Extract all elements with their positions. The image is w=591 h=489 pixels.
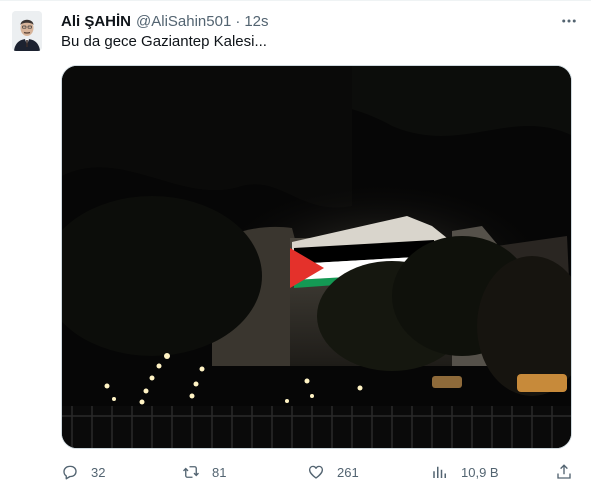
author-name[interactable]: Ali ŞAHİN [61,13,131,30]
share-button[interactable] [555,461,573,483]
tweet-timestamp[interactable]: 12s [244,13,268,30]
castle-night-photo [62,66,571,448]
like-count: 261 [337,464,359,480]
separator-dot: · [235,12,241,30]
tweet-photo[interactable] [61,65,572,449]
author-handle[interactable]: @AliSahin501 [136,13,231,30]
avatar[interactable] [12,11,42,51]
views-button[interactable]: 10,9 B [431,461,499,483]
share-icon [557,464,571,479]
tweet-header: Ali ŞAHİN @AliSahin501 · 12s [61,11,577,31]
tweet-card[interactable]: Ali ŞAHİN @AliSahin501 · 12s Bu da gece … [0,0,591,489]
tweet-actions: 32 81 261 10,9 B [61,461,576,483]
retweet-icon [183,466,199,478]
heart-icon [308,465,324,479]
bar-chart-icon [433,466,446,478]
reply-count: 32 [91,464,106,480]
more-options-button[interactable] [557,11,581,31]
speech-bubble-icon [63,465,77,480]
more-icon [562,19,576,23]
views-count: 10,9 B [461,464,499,480]
avatar-portrait [12,11,42,51]
retweet-button[interactable]: 81 [182,461,226,483]
reply-button[interactable]: 32 [61,461,105,483]
tweet-text: Bu da gece Gaziantep Kalesi... [61,33,267,50]
like-button[interactable]: 261 [307,461,359,483]
retweet-count: 81 [212,464,227,480]
